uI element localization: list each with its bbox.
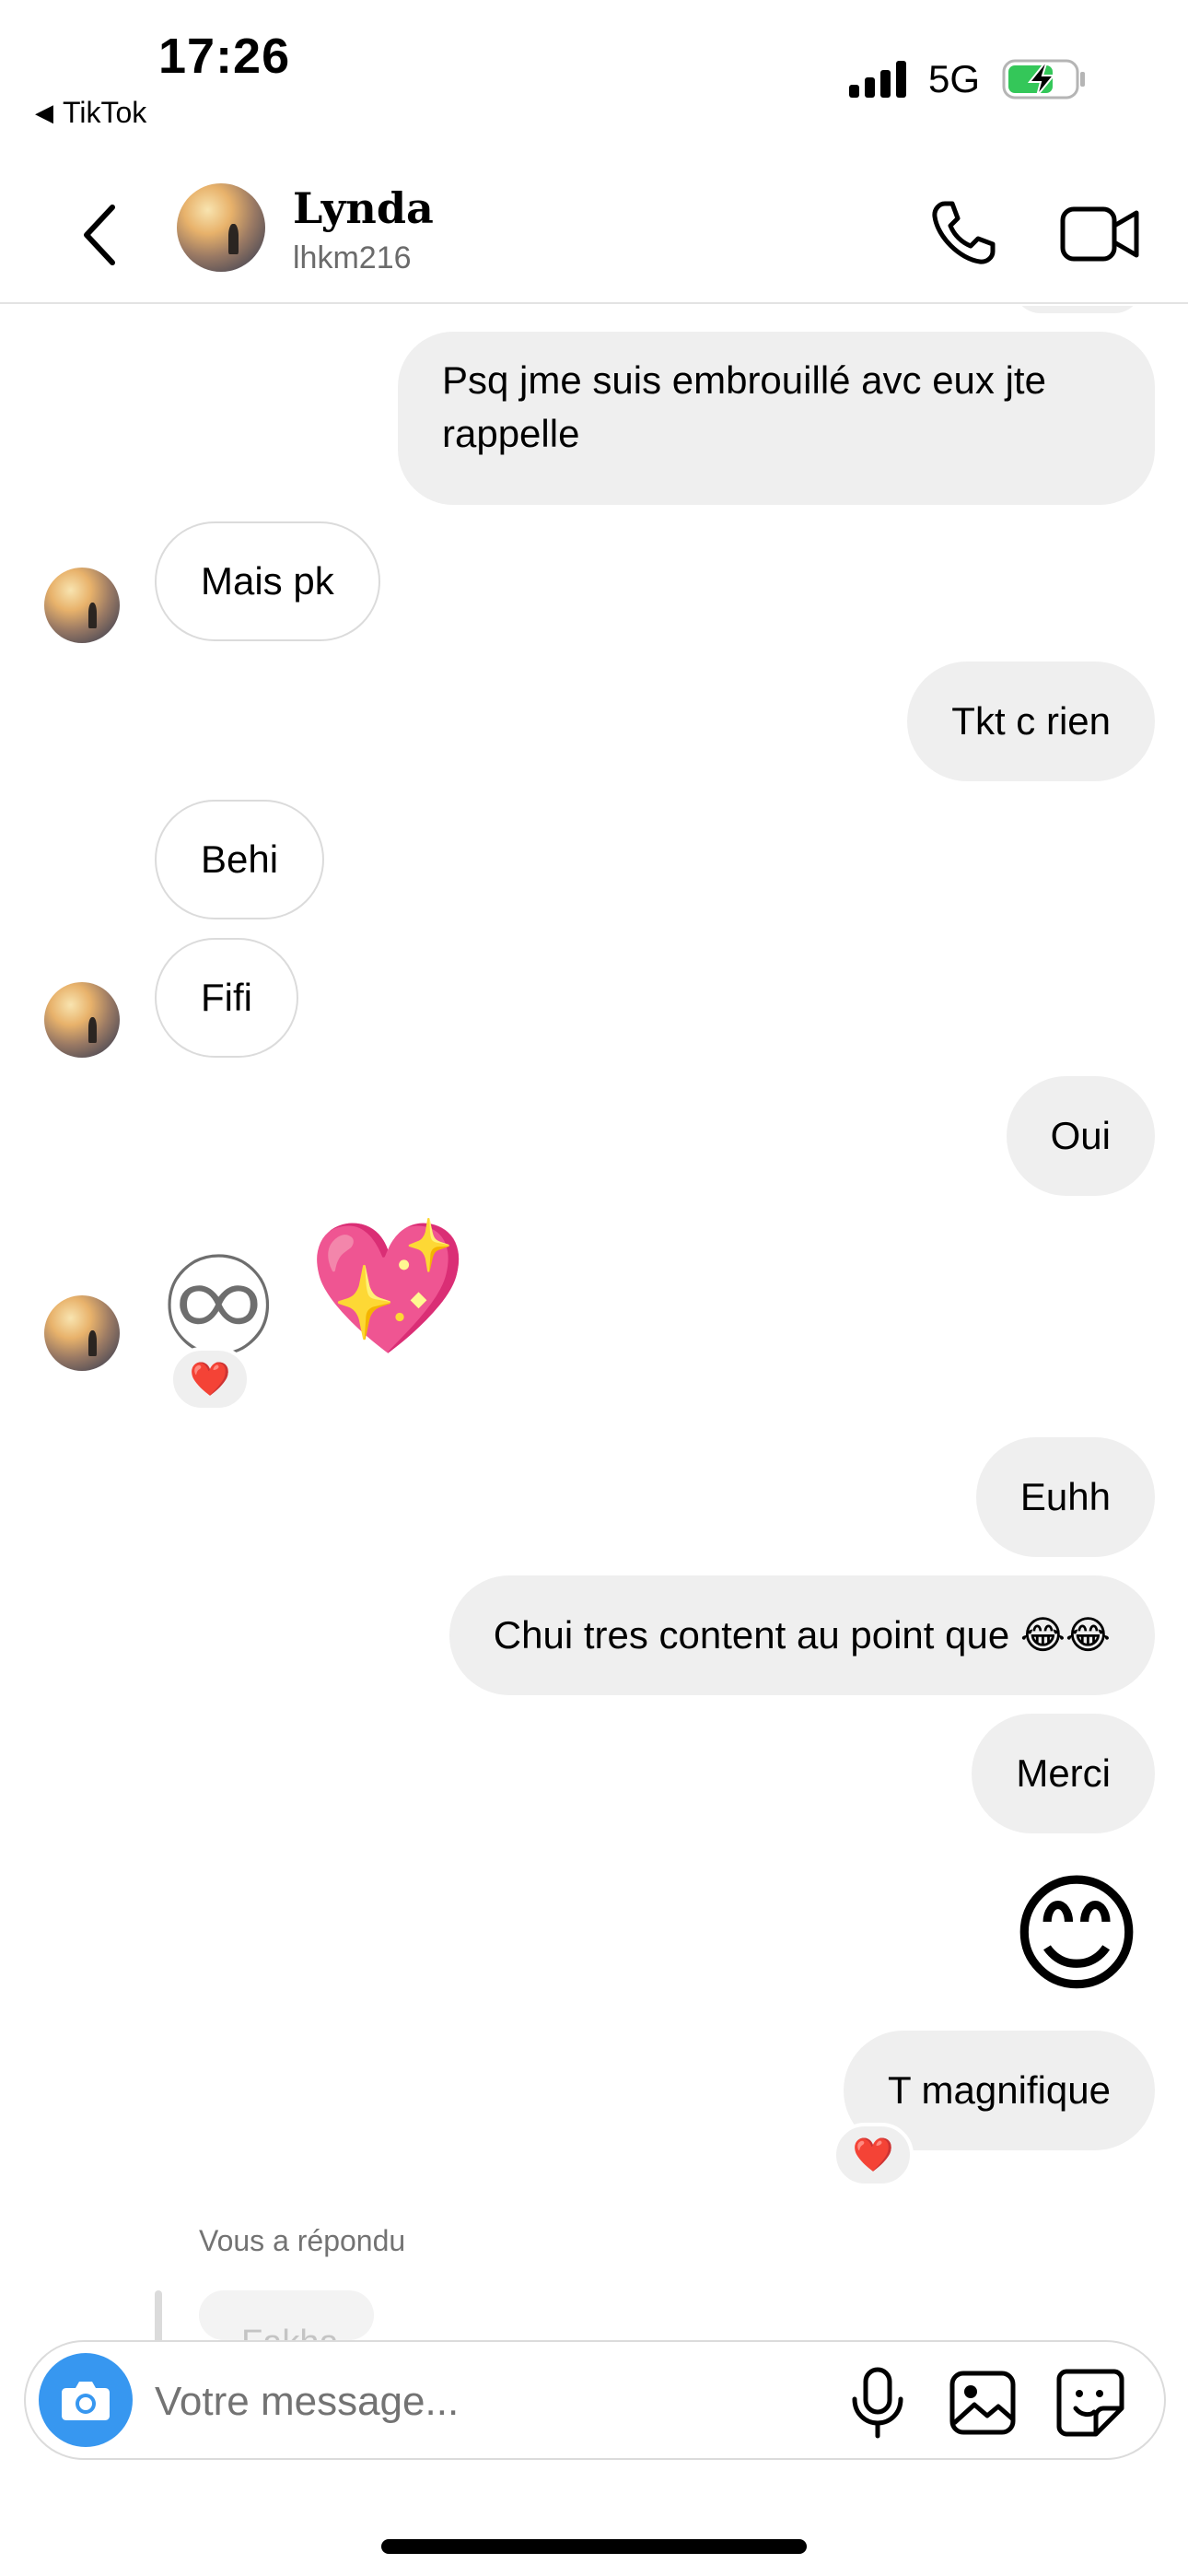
chat-header: Lynda lhkm216	[0, 170, 1188, 304]
smile-emoji-message[interactable]: 😊	[1009, 1870, 1144, 1999]
gallery-icon[interactable]	[947, 2366, 1020, 2440]
contact-username[interactable]: lhkm216	[293, 240, 412, 276]
reply-preview-bubble[interactable]: Fakha	[199, 2290, 374, 2340]
message-input[interactable]	[155, 2370, 799, 2434]
video-camera-icon[interactable]	[1059, 196, 1142, 270]
status-indicators: 5G	[848, 57, 1087, 101]
message-in[interactable]: Fifi	[155, 938, 298, 1058]
phone-icon[interactable]	[926, 196, 1000, 270]
reply-label: Vous a répondu	[199, 2224, 406, 2257]
chevron-left-icon[interactable]	[74, 198, 129, 272]
message-in[interactable]: Mais pk	[155, 521, 380, 641]
camera-button[interactable]	[39, 2353, 133, 2447]
back-to-app-link[interactable]: ◀ TikTok	[35, 96, 146, 130]
network-type: 5G	[927, 57, 980, 100]
heart-reaction[interactable]: ❤️	[833, 2123, 914, 2187]
message-out[interactable]: Psq jme suis embrouillé avc eux jte rapp…	[398, 332, 1155, 505]
message-in[interactable]: Behi	[155, 800, 325, 919]
sticker-icon[interactable]	[1054, 2366, 1127, 2440]
back-triangle-icon: ◀	[35, 99, 53, 126]
message-out[interactable]: Euhh	[975, 1437, 1155, 1557]
signal-icon	[848, 61, 906, 98]
battery-charging-icon	[1002, 59, 1085, 100]
message-out[interactable]: Oui	[1006, 1076, 1155, 1196]
instagram-dm-screen: 17:26 ◀ TikTok 5G Lynda lhkm216 Psq jme …	[0, 0, 1188, 2576]
heart-reaction[interactable]: ❤️	[169, 1347, 250, 1411]
message-composer	[24, 2340, 1166, 2460]
sender-avatar[interactable]	[44, 982, 120, 1058]
back-app-label: TikTok	[63, 96, 147, 129]
contact-name[interactable]: Lynda	[293, 183, 434, 233]
home-indicator[interactable]	[381, 2539, 807, 2554]
message-out[interactable]: Tkt c rien	[907, 662, 1155, 781]
sparkling-heart-emoji-message[interactable]: 💖	[308, 1224, 468, 1352]
message-out[interactable]: Chui tres content au point que 😂😂	[448, 1575, 1155, 1695]
message-out[interactable]: Merci	[972, 1714, 1155, 1833]
status-time: 17:26	[158, 29, 291, 84]
contact-avatar[interactable]	[177, 183, 265, 272]
camera-icon	[62, 2382, 110, 2420]
sender-avatar[interactable]	[44, 568, 120, 643]
microphone-icon[interactable]	[845, 2366, 910, 2440]
previous-message-bubble	[1013, 306, 1142, 313]
sender-avatar[interactable]	[44, 1295, 120, 1371]
